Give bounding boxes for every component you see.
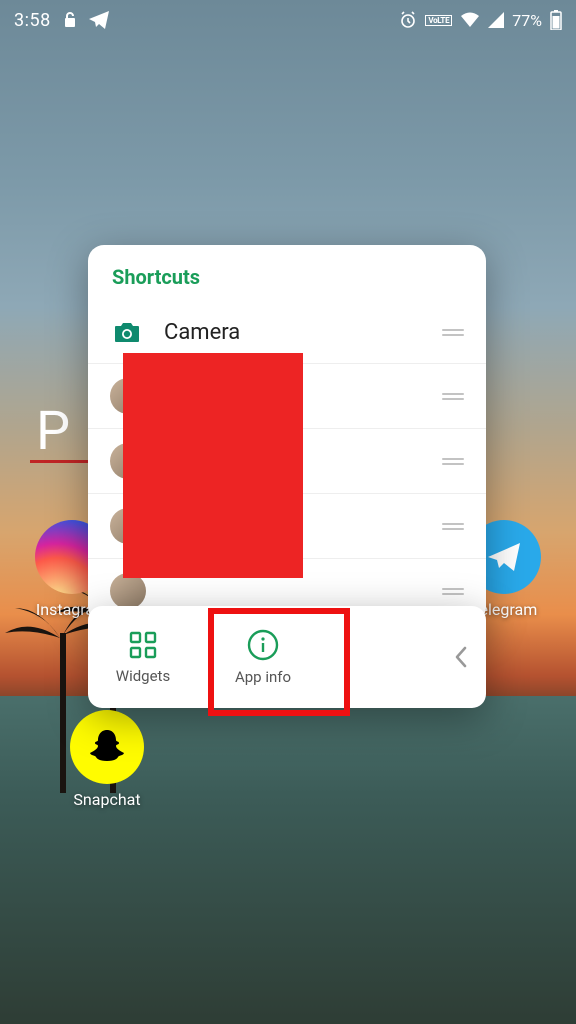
status-bar: 3:58 VoLTE 77%: [0, 0, 576, 36]
contact-avatar: [110, 573, 146, 609]
app-info-label: App info: [235, 668, 291, 686]
chevron-left-icon: [454, 646, 468, 668]
action-bar: Widgets App info: [88, 606, 486, 708]
app-info-button[interactable]: App info: [198, 628, 328, 686]
widgets-button[interactable]: Widgets: [88, 629, 198, 685]
sheet-title: Shortcuts: [88, 245, 486, 301]
drag-handle-icon[interactable]: [442, 329, 464, 336]
telegram-icon: [89, 11, 109, 29]
background-letter: P: [36, 400, 70, 463]
battery-icon: [550, 10, 562, 30]
wifi-icon: [460, 12, 480, 28]
battery-percent: 77%: [512, 11, 542, 30]
app-snapchat[interactable]: Snapchat: [70, 710, 144, 809]
volte-indicator: VoLTE: [425, 15, 452, 26]
drag-handle-icon[interactable]: [442, 458, 464, 465]
camera-icon: [110, 315, 144, 349]
drag-handle-icon[interactable]: [442, 523, 464, 530]
drag-handle-icon[interactable]: [442, 393, 464, 400]
snapchat-icon: [70, 710, 144, 784]
status-time: 3:58: [14, 10, 51, 31]
widgets-icon: [127, 629, 159, 661]
drag-handle-icon[interactable]: [442, 588, 464, 595]
cell-signal-icon: [488, 12, 504, 28]
app-label: Snapchat: [73, 790, 140, 809]
info-icon: [246, 628, 280, 662]
redaction-block: [123, 353, 303, 578]
collapse-chevron[interactable]: [436, 646, 486, 668]
alarm-icon: [399, 11, 417, 29]
widgets-label: Widgets: [116, 667, 170, 685]
shortcut-label: Camera: [164, 320, 442, 345]
lock-icon: [63, 12, 77, 28]
